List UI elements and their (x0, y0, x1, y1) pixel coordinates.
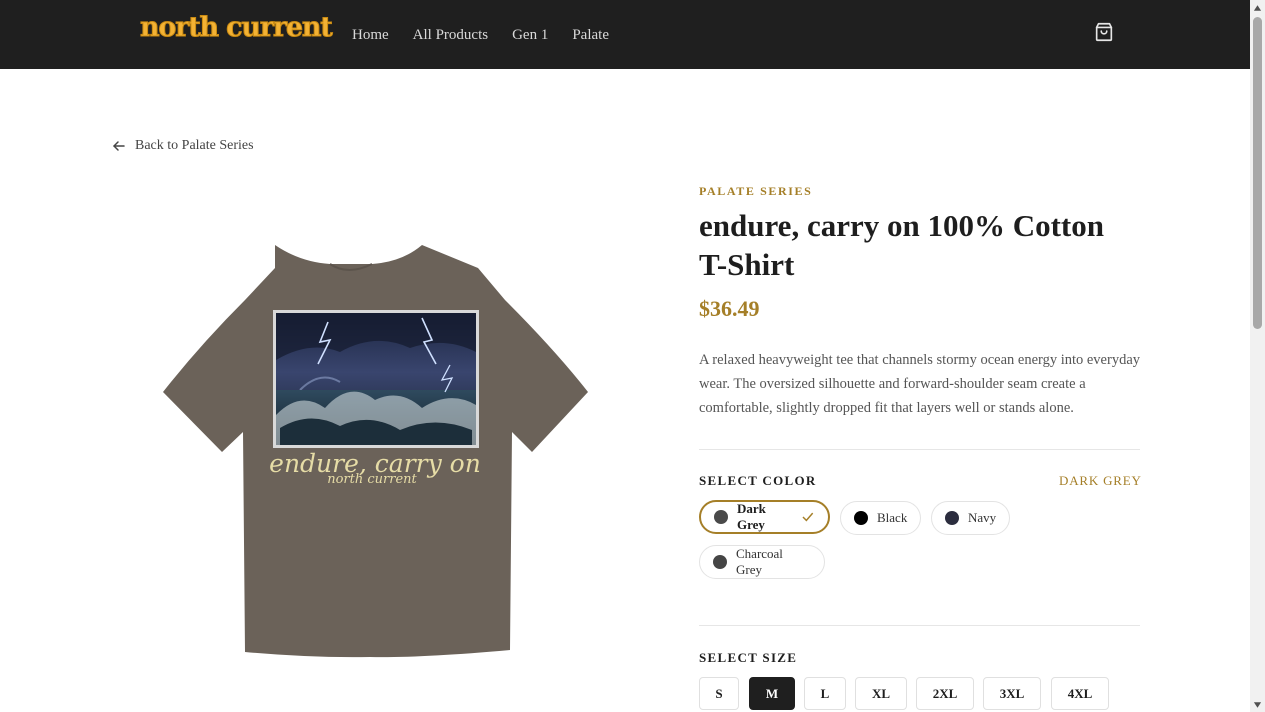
section-divider (699, 625, 1140, 626)
color-dot-black (854, 511, 868, 525)
size-option-s[interactable]: S (699, 677, 739, 710)
color-option-navy[interactable]: Navy (931, 501, 1010, 535)
color-option-label: Black (877, 510, 908, 525)
back-to-series-link[interactable]: Back to Palate Series (112, 138, 254, 154)
size-option-m[interactable]: M (749, 677, 795, 710)
size-option-2xl[interactable]: 2XL (916, 677, 974, 710)
color-dot-charcoal-grey (713, 555, 727, 569)
scroll-up-arrow-icon[interactable] (1253, 4, 1262, 12)
color-option-label: Charcoal Grey (736, 546, 783, 577)
top-navigation-bar: north current Home All Products Gen 1 Pa… (0, 0, 1250, 69)
shirt-brand-text: north current (327, 472, 417, 487)
back-link-label: Back to Palate Series (135, 138, 254, 153)
product-series-label: PALATE SERIES (699, 184, 813, 198)
size-option-l[interactable]: L (804, 677, 846, 710)
size-option-4xl[interactable]: 4XL (1051, 677, 1109, 710)
size-option-3xl[interactable]: 3XL (983, 677, 1041, 710)
color-option-black[interactable]: Black (840, 501, 921, 535)
product-price: $36.49 (699, 296, 760, 321)
brand-logo[interactable]: north current (140, 12, 334, 44)
nav-link-all-products[interactable]: All Products (413, 26, 488, 44)
color-option-dark-grey[interactable]: Dark Grey (699, 500, 830, 534)
product-description: A relaxed heavyweight tee that channels … (699, 352, 1141, 416)
arrow-left-icon (113, 141, 125, 151)
scrollbar-thumb[interactable] (1253, 17, 1262, 329)
main-nav: Home All Products Gen 1 Palate (352, 26, 633, 44)
nav-link-palate[interactable]: Palate (572, 26, 609, 44)
product-title: endure, carry on 100% Cotton T-Shirt (699, 208, 1104, 282)
color-option-label: Dark Grey (737, 501, 766, 532)
section-divider (699, 449, 1140, 450)
nav-link-home[interactable]: Home (352, 26, 389, 44)
select-color-label: SELECT COLOR (699, 473, 817, 488)
color-dot-dark-grey (714, 510, 728, 524)
nav-link-gen-1[interactable]: Gen 1 (512, 26, 548, 44)
storm-artwork (273, 310, 479, 448)
color-option-charcoal-grey[interactable]: Charcoal Grey (699, 545, 825, 579)
color-option-label: Navy (968, 510, 997, 525)
select-size-label: SELECT SIZE (699, 650, 798, 665)
scroll-down-arrow-icon[interactable] (1253, 701, 1262, 709)
size-option-xl[interactable]: XL (855, 677, 907, 710)
selected-color-value: DARK GREY (1059, 473, 1142, 488)
check-icon (802, 512, 814, 522)
product-image: endure, carry on north current (163, 245, 588, 658)
color-dot-navy (945, 511, 959, 525)
shopping-bag-icon[interactable] (1093, 21, 1115, 43)
